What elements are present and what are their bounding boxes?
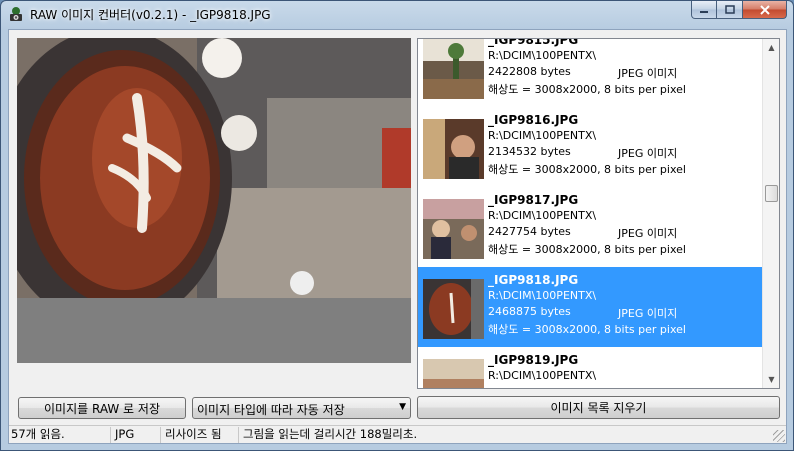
file-resolution: 해상도 = 3008x2000, 8 bits per pixel bbox=[488, 243, 686, 256]
maximize-button[interactable] bbox=[717, 1, 743, 19]
file-list-item[interactable]: _IGP9817.JPG R:\DCIM\100PENTX\ 2427754 byt… bbox=[418, 187, 762, 267]
window-title: RAW 이미지 컨버터(v0.2.1) - _IGP9818.JPG bbox=[30, 8, 271, 22]
file-resolution: 해상도 = 3008x2000, 8 bits per pixel bbox=[488, 323, 686, 336]
file-thumbnail bbox=[423, 359, 484, 388]
file-thumbnail bbox=[423, 199, 484, 259]
window-controls bbox=[691, 1, 787, 19]
clear-list-button[interactable]: 이미지 목록 지우기 bbox=[417, 396, 780, 419]
title-bar[interactable]: RAW 이미지 컨버터(v0.2.1) - _IGP9818.JPG bbox=[1, 1, 793, 27]
file-resolution: 해상도 = 3008x2000, 8 bits per pixel bbox=[488, 83, 686, 96]
save-raw-button[interactable]: 이미지를 RAW 로 저장 bbox=[18, 397, 186, 419]
image-preview[interactable] bbox=[17, 38, 411, 363]
status-count: 57개 읽음. bbox=[9, 427, 111, 443]
auto-save-select-value: 이미지 타입에 따라 자동 저장 bbox=[197, 403, 345, 417]
file-path: R:\DCIM\100PENTX\ bbox=[488, 49, 597, 62]
file-size: 2422808 bytes bbox=[488, 65, 571, 78]
file-list-item[interactable]: _IGP9815.JPG R:\DCIM\100PENTX\ 2422808 byt… bbox=[418, 38, 762, 107]
camera-icon bbox=[10, 7, 22, 21]
file-name: _IGP9816.JPG bbox=[488, 113, 579, 127]
file-name: _IGP9815.JPG bbox=[488, 38, 579, 47]
file-name: _IGP9818.JPG bbox=[488, 273, 579, 287]
minimize-button[interactable] bbox=[691, 1, 717, 19]
file-path: R:\DCIM\100PENTX\ bbox=[488, 289, 597, 302]
status-resize: 리사이즈 됨 bbox=[163, 427, 239, 443]
file-list-item[interactable]: _IGP9819.JPG R:\DCIM\100PENTX\ bbox=[418, 347, 762, 388]
file-list-item[interactable]: _IGP9816.JPG R:\DCIM\100PENTX\ 2134532 byt… bbox=[418, 107, 762, 187]
file-thumbnail bbox=[423, 119, 484, 179]
file-type: JPEG 이미지 bbox=[618, 227, 678, 240]
file-name: _IGP9819.JPG bbox=[488, 353, 579, 367]
vertical-scrollbar[interactable]: ▲ ▼ bbox=[762, 39, 779, 388]
auto-save-select[interactable]: 이미지 타입에 따라 자동 저장 ▼ bbox=[192, 397, 411, 419]
file-type: JPEG 이미지 bbox=[618, 67, 678, 80]
file-list-item[interactable]: _IGP9818.JPG R:\DCIM\100PENTX\ 2468875 byt… bbox=[418, 267, 762, 347]
status-bar: 57개 읽음. JPG 리사이즈 됨 그림을 읽는데 걸리시간 188밀리초. bbox=[9, 425, 786, 443]
minimize-icon bbox=[700, 10, 708, 13]
maximize-icon bbox=[724, 5, 735, 14]
file-resolution: 해상도 = 3008x2000, 8 bits per pixel bbox=[488, 163, 686, 176]
scrollbar-thumb[interactable] bbox=[765, 185, 778, 202]
file-path: R:\DCIM\100PENTX\ bbox=[488, 369, 597, 382]
file-thumbnail bbox=[423, 279, 484, 339]
close-button[interactable] bbox=[743, 1, 787, 19]
arrow-up-icon: ▲ bbox=[768, 43, 775, 52]
file-list-items: _IGP9815.JPG R:\DCIM\100PENTX\ 2422808 byt… bbox=[418, 38, 762, 388]
file-size: 2468875 bytes bbox=[488, 305, 571, 318]
file-name: _IGP9817.JPG bbox=[488, 193, 579, 207]
file-type: JPEG 이미지 bbox=[618, 147, 678, 160]
resize-grip[interactable] bbox=[773, 430, 785, 442]
dropdown-arrow-icon: ▼ bbox=[399, 402, 406, 412]
preview-photo bbox=[17, 38, 411, 298]
arrow-down-icon: ▼ bbox=[768, 375, 775, 384]
file-path: R:\DCIM\100PENTX\ bbox=[488, 209, 597, 222]
status-format: JPG bbox=[113, 427, 161, 443]
file-size: 2134532 bytes bbox=[488, 145, 571, 158]
app-window: RAW 이미지 컨버터(v0.2.1) - _IGP9818.JPG _IGP9… bbox=[0, 0, 794, 451]
client-area: _IGP9815.JPG R:\DCIM\100PENTX\ 2422808 byt… bbox=[8, 29, 787, 444]
file-size: 2427754 bytes bbox=[488, 225, 571, 238]
file-type: JPEG 이미지 bbox=[618, 307, 678, 320]
file-list[interactable]: _IGP9815.JPG R:\DCIM\100PENTX\ 2422808 byt… bbox=[417, 38, 780, 389]
scroll-up-button[interactable]: ▲ bbox=[763, 39, 779, 56]
file-path: R:\DCIM\100PENTX\ bbox=[488, 129, 597, 142]
file-thumbnail bbox=[423, 39, 484, 99]
status-timing: 그림을 읽는데 걸리시간 188밀리초. bbox=[243, 427, 418, 441]
close-icon bbox=[759, 4, 770, 15]
scroll-down-button[interactable]: ▼ bbox=[763, 371, 779, 388]
